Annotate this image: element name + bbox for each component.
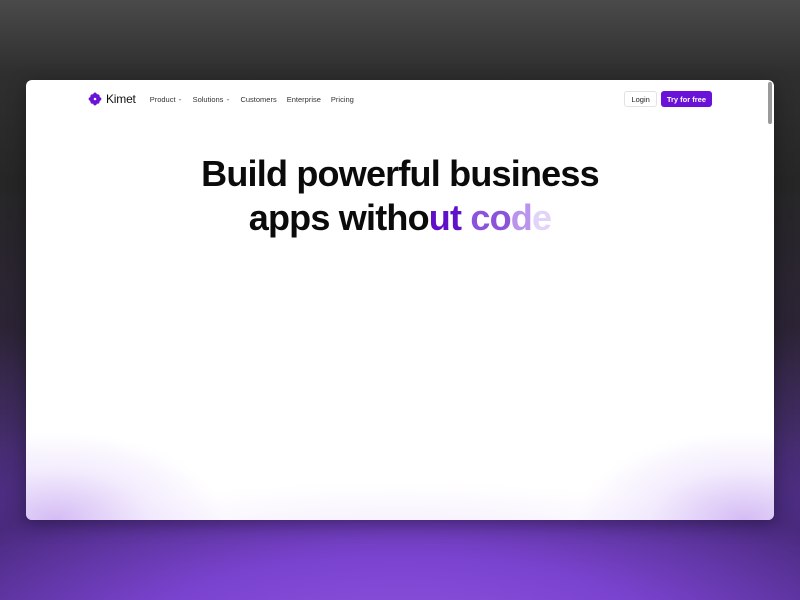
chevron-down-icon: ⌄ [177,96,183,102]
try-for-free-button[interactable]: Try for free [660,91,712,107]
browser-window: Kimet Product ⌄ Solutions ⌄ Customers En… [26,80,774,520]
hero-line-2: apps without code [26,196,774,240]
nav-link-label: Enterprise [286,94,321,104]
login-button[interactable]: Login [624,91,657,107]
nav-link-enterprise[interactable]: Enterprise [287,95,321,104]
hero-text-dark: apps witho [248,197,430,238]
hero-heading: Build powerful business apps without cod… [26,152,774,240]
nav-link-label: Pricing [330,94,354,104]
nav-link-solutions[interactable]: Solutions ⌄ [193,95,231,104]
nav-link-customers[interactable]: Customers [240,95,276,104]
kimet-flower-logo-icon [88,92,102,106]
nav-link-label: Solutions [192,94,224,104]
nav-link-label: Customers [240,94,277,104]
hero-line-1: Build powerful business [201,153,599,194]
nav-actions: Login Try for free [624,91,712,107]
chevron-down-icon: ⌄ [225,96,231,102]
brand-name: Kimet [106,92,136,106]
hero-text-fade-1: co [461,197,511,238]
scrollbar-thumb[interactable] [768,82,772,124]
nav-links: Product ⌄ Solutions ⌄ Customers Enterpri… [150,95,354,104]
brand-logo[interactable]: Kimet [88,92,136,106]
top-navigation: Kimet Product ⌄ Solutions ⌄ Customers En… [88,90,712,108]
hero-text-fade-2: d [510,197,533,238]
nav-link-pricing[interactable]: Pricing [331,95,354,104]
nav-link-label: Product [149,94,176,104]
bottom-glow [26,390,774,520]
hero-text-fade-3: e [531,197,552,238]
nav-link-product[interactable]: Product ⌄ [150,95,183,104]
hero-text-purple: ut [428,197,462,238]
